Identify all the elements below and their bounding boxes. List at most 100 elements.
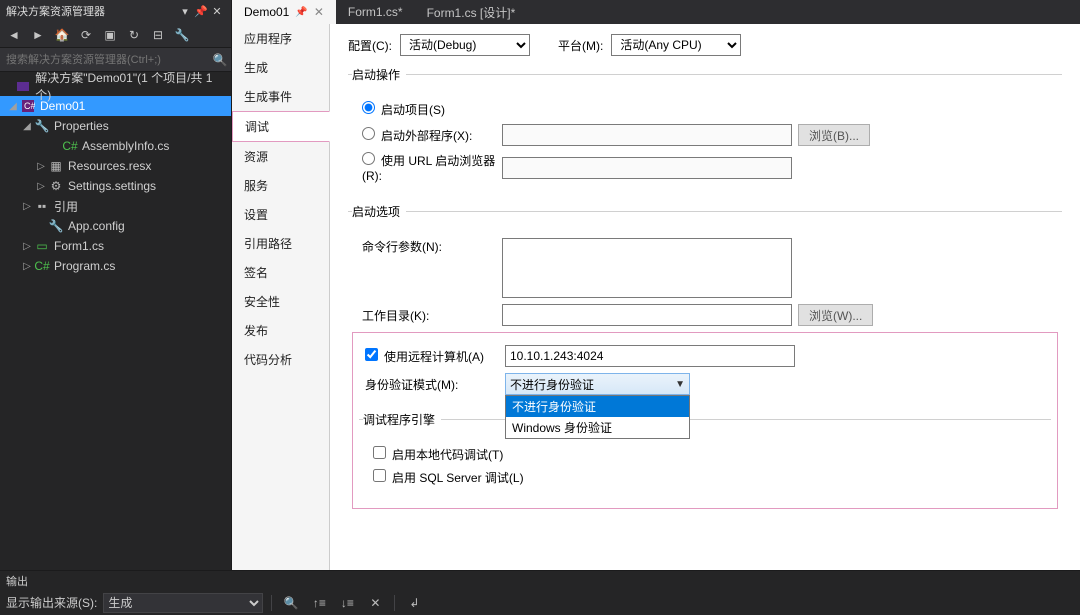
expand-icon[interactable]: ▷ — [20, 261, 34, 272]
pin-icon[interactable]: 📌 — [295, 7, 307, 18]
references-icon: ▪▪ — [34, 198, 50, 214]
workdir-label: 工作目录(K): — [362, 307, 502, 324]
refresh-icon[interactable]: ↻ — [124, 25, 144, 45]
expand-icon[interactable]: ▷ — [34, 161, 48, 172]
cmdargs-label: 命令行参数(N): — [362, 238, 502, 255]
close-icon[interactable]: ✕ — [314, 5, 324, 19]
expand-icon[interactable]: ▷ — [20, 241, 34, 252]
show-all-icon[interactable]: ▣ — [100, 25, 120, 45]
vnav-build-events[interactable]: 生成事件 — [232, 82, 329, 111]
vnav-build[interactable]: 生成 — [232, 53, 329, 82]
start-options-fieldset: 启动选项 命令行参数(N): 工作目录(K): 浏览(W)... 使用远程计算机… — [348, 203, 1062, 513]
sync-icon[interactable]: ⟳ — [76, 25, 96, 45]
back-icon[interactable]: ◄ — [4, 25, 24, 45]
external-program-input[interactable] — [502, 124, 792, 146]
forward-icon[interactable]: ► — [28, 25, 48, 45]
tree-solution-node[interactable]: 解决方案"Demo01"(1 个项目/共 1 个) — [0, 76, 231, 96]
expand-icon[interactable]: ◢ — [6, 101, 20, 112]
document-area: Demo01📌✕ Form1.cs* Form1.cs [设计]* 应用程序 生… — [232, 0, 1080, 570]
vnav-refpaths[interactable]: 引用路径 — [232, 229, 329, 258]
vnav-services[interactable]: 服务 — [232, 171, 329, 200]
vnav-app[interactable]: 应用程序 — [232, 24, 329, 53]
output-source-combo[interactable]: 生成 — [103, 593, 263, 613]
solution-icon — [16, 78, 32, 94]
use-remote-checkbox[interactable] — [365, 348, 378, 361]
start-action-fieldset: 启动操作 启动项目(S) 启动外部程序(X): 浏览(B)... 使用 URL … — [348, 66, 1062, 193]
chevron-down-icon: ▼ — [675, 379, 685, 390]
form-icon: ▭ — [34, 238, 50, 254]
tab-demo01[interactable]: Demo01📌✕ — [232, 0, 336, 24]
auth-mode-combo[interactable]: 不进行身份验证 ▼ — [505, 373, 690, 395]
expand-icon[interactable]: ▷ — [20, 201, 34, 212]
output-wordwrap-icon[interactable]: ↲ — [403, 596, 425, 610]
solution-tree[interactable]: 解决方案"Demo01"(1 个项目/共 1 个) ◢C#Demo01 ◢🔧Pr… — [0, 72, 231, 570]
vnav-publish[interactable]: 发布 — [232, 316, 329, 345]
platform-label: 平台(M): — [558, 37, 603, 54]
enable-native-checkbox[interactable] — [373, 446, 386, 459]
expand-icon[interactable]: ▷ — [34, 181, 48, 192]
auth-option-none[interactable]: 不进行身份验证 — [506, 396, 689, 417]
csharp-project-icon: C# — [20, 98, 36, 114]
solution-explorer-title: 解决方案资源管理器 — [6, 3, 105, 19]
output-source-label: 显示输出来源(S): — [6, 594, 97, 611]
expand-icon[interactable]: ◢ — [20, 121, 34, 132]
gear-icon: ⚙ — [48, 178, 64, 194]
tree-settings-node[interactable]: ▷⚙Settings.settings — [0, 176, 231, 196]
debug-engines-fieldset: 调试程序引擎 启用本地代码调试(T) 启用 SQL Server 调试(L) — [359, 411, 1051, 496]
tree-program-node[interactable]: ▷C#Program.cs — [0, 256, 231, 276]
tab-form1-cs[interactable]: Form1.cs* — [336, 0, 415, 24]
cs-file-icon: C# — [62, 138, 78, 154]
dropdown-icon[interactable]: ▾ — [177, 3, 193, 19]
output-find-icon[interactable]: 🔍 — [280, 596, 302, 610]
enable-sql-checkbox[interactable] — [373, 469, 386, 482]
tree-appconfig-node[interactable]: 🔧App.config — [0, 216, 231, 236]
vnav-resources[interactable]: 资源 — [232, 142, 329, 171]
vnav-analysis[interactable]: 代码分析 — [232, 345, 329, 374]
vnav-debug[interactable]: 调试 — [232, 111, 330, 142]
radio-start-external[interactable] — [362, 127, 375, 140]
tree-properties-node[interactable]: ◢🔧Properties — [0, 116, 231, 136]
wrench-icon: 🔧 — [34, 118, 50, 134]
config-label: 配置(C): — [348, 37, 392, 54]
remote-highlight-box: 使用远程计算机(A) 身份验证模式(M): 不进行身份验证 ▼ — [352, 332, 1058, 509]
start-url-input[interactable] — [502, 157, 792, 179]
output-clear-icon[interactable]: ✕ — [364, 596, 386, 610]
output-toolbar: 显示输出来源(S): 生成 🔍 ↑≡ ↓≡ ✕ ↲ — [0, 591, 1080, 615]
workdir-input[interactable] — [502, 304, 792, 326]
radio-start-project[interactable] — [362, 101, 375, 114]
output-prev-icon[interactable]: ↑≡ — [308, 596, 330, 610]
browse-b-button[interactable]: 浏览(B)... — [798, 124, 870, 146]
platform-combo[interactable]: 活动(Any CPU) — [611, 34, 741, 56]
solution-search-input[interactable] — [0, 49, 209, 71]
tree-form1-node[interactable]: ▷▭Form1.cs — [0, 236, 231, 256]
cmdargs-textarea[interactable] — [502, 238, 792, 298]
collapse-icon[interactable]: ⊟ — [148, 25, 168, 45]
browse-w-button[interactable]: 浏览(W)... — [798, 304, 873, 326]
solution-explorer-panel: 解决方案资源管理器 ▾ 📌 ✕ ◄ ► 🏠 ⟳ ▣ ↻ ⊟ 🔧 🔍 解决方案"D… — [0, 0, 232, 570]
vnav-signing[interactable]: 签名 — [232, 258, 329, 287]
cs-file-icon: C# — [34, 258, 50, 274]
vnav-security[interactable]: 安全性 — [232, 287, 329, 316]
start-options-legend: 启动选项 — [352, 203, 406, 220]
remote-machine-input[interactable] — [505, 345, 795, 367]
auth-option-windows[interactable]: Windows 身份验证 — [506, 417, 689, 438]
tree-resources-node[interactable]: ▷▦Resources.resx — [0, 156, 231, 176]
solution-explorer-title-bar: 解决方案资源管理器 ▾ 📌 ✕ — [0, 0, 231, 22]
home-icon[interactable]: 🏠 — [52, 25, 72, 45]
tree-assemblyinfo-node[interactable]: C#AssemblyInfo.cs — [0, 136, 231, 156]
pin-icon[interactable]: 📌 — [193, 3, 209, 19]
output-next-icon[interactable]: ↓≡ — [336, 596, 358, 610]
config-file-icon: 🔧 — [48, 218, 64, 234]
properties-icon[interactable]: 🔧 — [172, 25, 192, 45]
config-combo[interactable]: 活动(Debug) — [400, 34, 530, 56]
close-icon[interactable]: ✕ — [209, 3, 225, 19]
auth-mode-dropdown: 不进行身份验证 Windows 身份验证 — [505, 395, 690, 439]
radio-start-url[interactable] — [362, 152, 375, 165]
vnav-settings[interactable]: 设置 — [232, 200, 329, 229]
debug-engines-legend: 调试程序引擎 — [363, 411, 441, 428]
tree-references-node[interactable]: ▷▪▪引用 — [0, 196, 231, 216]
tab-form1-design[interactable]: Form1.cs [设计]* — [415, 0, 528, 24]
search-icon[interactable]: 🔍 — [209, 53, 231, 67]
debug-property-page: 配置(C): 活动(Debug) 平台(M): 活动(Any CPU) 启动操作… — [330, 24, 1080, 570]
solution-explorer-toolbar: ◄ ► 🏠 ⟳ ▣ ↻ ⊟ 🔧 — [0, 22, 231, 48]
